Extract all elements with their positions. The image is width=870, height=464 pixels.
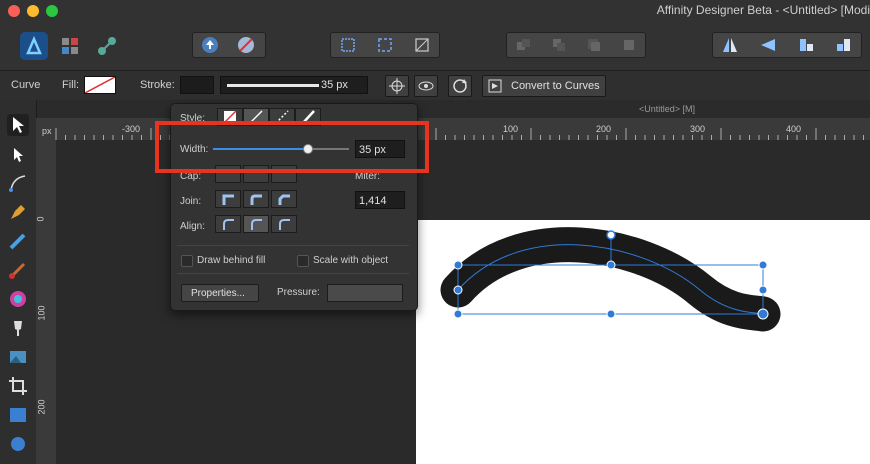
miter-value: 1,414 [359, 195, 387, 207]
join-bevel-button[interactable] [271, 190, 297, 208]
join-miter-button[interactable] [215, 190, 241, 208]
align-outside-button[interactable] [271, 215, 297, 233]
miter-value-field[interactable]: 1,414 [355, 191, 405, 209]
pressure-label: Pressure: [277, 287, 320, 298]
align-label: Align: [180, 221, 206, 232]
align-center-button[interactable] [215, 215, 241, 233]
pressure-graph[interactable] [327, 284, 403, 302]
annotation-highlight [155, 121, 429, 173]
selection-handle[interactable] [758, 260, 768, 270]
divider [177, 273, 409, 274]
selection-handle[interactable] [757, 308, 769, 320]
scale-with-object-label: Scale with object [313, 255, 389, 266]
selection-handle[interactable] [758, 285, 768, 295]
draw-behind-fill-label: Draw behind fill [197, 255, 266, 266]
selection-handle[interactable] [453, 260, 463, 270]
draw-behind-fill-checkbox[interactable] [181, 255, 193, 267]
rotation-handle[interactable] [606, 230, 616, 240]
selection-handle[interactable] [606, 309, 616, 319]
selection-handle[interactable] [453, 309, 463, 319]
scale-with-object-checkbox[interactable] [297, 255, 309, 267]
divider [177, 245, 409, 246]
selection-handle[interactable] [606, 260, 616, 270]
align-inside-button[interactable] [243, 215, 269, 233]
selection-handle[interactable] [453, 285, 463, 295]
properties-button[interactable]: Properties... [181, 284, 259, 302]
join-round-button[interactable] [243, 190, 269, 208]
curve-layer[interactable] [0, 0, 870, 464]
join-label: Join: [180, 196, 202, 207]
properties-label: Properties... [191, 288, 245, 299]
